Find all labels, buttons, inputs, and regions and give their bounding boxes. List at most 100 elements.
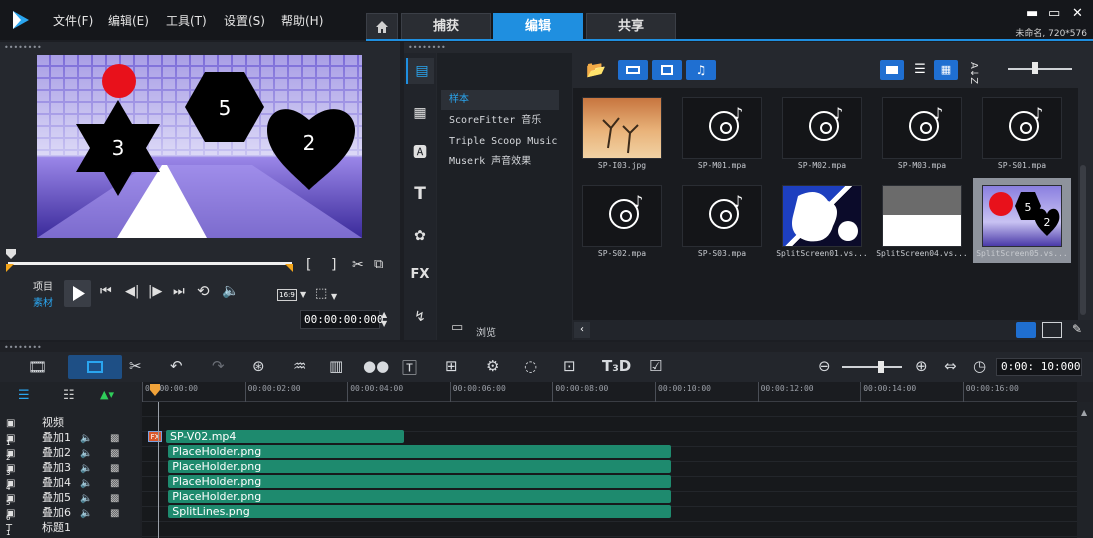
view-list-button[interactable]: ☰ <box>908 60 932 80</box>
mode-clip[interactable]: 素材 <box>33 294 53 309</box>
browse-icon[interactable]: ▭ <box>451 320 463 335</box>
mark-in-button[interactable]: [ <box>306 257 311 273</box>
track-mute-icon[interactable]: ▩ <box>110 433 119 444</box>
player-grip[interactable]: •••••••• <box>4 43 42 52</box>
view-grid-button[interactable]: ▦ <box>934 60 958 80</box>
track-mute-icon[interactable]: ▩ <box>110 463 119 474</box>
media-category-button[interactable]: ▤ <box>406 58 434 84</box>
timeline-view-button[interactable] <box>68 355 122 379</box>
menu-file[interactable]: 文件(F) <box>53 12 93 29</box>
timecode-display[interactable]: 00:00:00:000 <box>300 310 383 329</box>
graphics-icon[interactable]: ✿ <box>410 226 430 246</box>
title-icon[interactable]: T <box>410 184 430 204</box>
zoom-out-icon[interactable]: ⊖ <box>818 357 831 375</box>
track-mute-icon[interactable]: ▩ <box>110 508 119 519</box>
end-frame-icon[interactable]: ⏭ <box>173 284 185 299</box>
layout-toggle-button[interactable] <box>1042 322 1062 338</box>
home-frame-icon[interactable]: ⏮ <box>100 284 112 299</box>
aspect-dropdown-icon[interactable]: ▼ <box>300 290 306 299</box>
track-row[interactable] <box>142 402 1077 417</box>
track-row[interactable] <box>142 522 1077 537</box>
scrubber-handle[interactable] <box>6 249 16 259</box>
play-button[interactable] <box>64 280 91 307</box>
ripple-editing-icon[interactable]: ▲▾ <box>100 388 114 401</box>
auto-music-icon[interactable]: ▥ <box>329 357 343 375</box>
timeline-clip[interactable]: PlaceHolder.png <box>168 445 671 458</box>
library-thumbnail[interactable]: SplitScreen01.vs... <box>773 178 871 263</box>
scroll-up-icon[interactable]: ▲ <box>1081 408 1087 417</box>
menu-tools[interactable]: 工具(T) <box>166 12 207 29</box>
track-volume-icon[interactable]: 🔈 <box>80 508 92 519</box>
trim-end-handle[interactable] <box>285 262 293 272</box>
filter-fx-icon[interactable]: FX <box>410 265 430 285</box>
repeat-icon[interactable]: ⟲ <box>197 282 210 300</box>
mode-project[interactable]: 项目 <box>33 278 53 293</box>
track-volume-icon[interactable]: 🔈 <box>80 463 92 474</box>
redo-icon[interactable]: ↷ <box>212 357 225 375</box>
view-thumbnail-button[interactable] <box>880 60 904 80</box>
track-mute-icon[interactable]: ▩ <box>110 448 119 459</box>
trim-start-handle[interactable] <box>6 262 14 272</box>
crop-dropdown-icon[interactable]: ▼ <box>331 292 337 301</box>
path-icon[interactable]: ↯ <box>410 307 430 327</box>
transition-icon[interactable]: 🅰 <box>410 143 430 163</box>
cam-icon[interactable]: ⊡ <box>563 357 576 375</box>
menu-edit[interactable]: 编辑(E) <box>108 12 149 29</box>
crop-icon[interactable]: ⬚ <box>315 286 327 301</box>
edit-icon[interactable]: ✎ <box>1072 322 1082 336</box>
folder-item[interactable]: Muserk 声音效果 <box>441 152 559 172</box>
library-thumbnail[interactable]: ♪ SP-S01.mpa <box>973 90 1071 175</box>
sound-mixer-icon[interactable]: ♒ <box>293 357 306 375</box>
thumbnail-size-slider[interactable] <box>1008 68 1072 70</box>
menu-settings[interactable]: 设置(S) <box>224 12 265 29</box>
restore-button[interactable]: ▭ <box>1048 6 1060 21</box>
track-manager-icon[interactable]: ☰ <box>18 388 30 403</box>
title-3d-icon[interactable]: T₃D <box>602 357 631 375</box>
library-scrollbar[interactable] <box>1080 165 1086 315</box>
timeline-clip[interactable]: PlaceHolder.png <box>168 460 671 473</box>
track-mute-icon[interactable]: ▩ <box>110 493 119 504</box>
mark-out-button[interactable]: ] <box>331 257 336 273</box>
video-preview[interactable]: 5 3 2 <box>37 55 362 238</box>
next-frame-icon[interactable]: |▶ <box>148 284 162 299</box>
chapter-point-icon[interactable]: ☷ <box>63 388 75 403</box>
aspect-ratio-selector[interactable]: 16:9 <box>277 289 297 301</box>
sort-icon[interactable]: A↓Z <box>968 62 979 84</box>
tab-capture[interactable]: 捕获 <box>401 13 491 40</box>
zoom-in-icon[interactable]: ⊕ <box>915 357 928 375</box>
library-thumbnail[interactable]: ♪ SP-S03.mpa <box>673 178 771 263</box>
playhead-marker[interactable] <box>150 384 160 396</box>
collapse-library-button[interactable]: ‹ <box>574 322 590 338</box>
timeline-clip[interactable]: SP-V02.mp4 <box>166 430 405 443</box>
timeline-clip[interactable]: SplitLines.png <box>168 505 671 518</box>
clip-fx-badge[interactable]: FX <box>148 431 162 442</box>
browse-label[interactable]: 浏览 <box>476 324 496 339</box>
track-mute-icon[interactable]: ▩ <box>110 478 119 489</box>
zoom-slider[interactable] <box>842 366 902 368</box>
time-remap-icon[interactable]: ◌ <box>524 357 537 375</box>
folder-item[interactable]: 样本 <box>441 90 559 110</box>
timeline-grip[interactable]: •••••••• <box>4 343 42 352</box>
tab-edit[interactable]: 编辑 <box>493 13 583 40</box>
motion-tracking-icon[interactable]: ●● <box>363 357 389 375</box>
undo-icon[interactable]: ↶ <box>170 357 183 375</box>
tab-share[interactable]: 共享 <box>586 13 676 40</box>
duration-clock-icon[interactable]: ◷ <box>973 357 986 375</box>
timeline-clip[interactable]: PlaceHolder.png <box>168 490 671 503</box>
toolbox-icon[interactable]: ✂ <box>129 357 142 375</box>
library-thumbnail[interactable]: ♪ SP-M01.mpa <box>673 90 771 175</box>
track-volume-icon[interactable]: 🔈 <box>80 433 92 444</box>
timecode-stepper[interactable]: ▲ ▼ <box>381 310 387 328</box>
show-audio-button[interactable]: ♫ <box>686 60 716 80</box>
tab-home[interactable] <box>366 13 398 40</box>
folder-item[interactable]: ScoreFitter 音乐 <box>441 111 559 131</box>
record-capture-icon[interactable]: ⊛ <box>252 357 265 375</box>
library-thumbnail[interactable]: ♪ SP-M02.mpa <box>773 90 871 175</box>
show-photo-button[interactable] <box>652 60 682 80</box>
library-thumbnail[interactable]: ♪ SP-M03.mpa <box>873 90 971 175</box>
thumbnail-size-handle[interactable] <box>1032 62 1038 74</box>
multi-trim-icon[interactable]: ⊞ <box>445 357 458 375</box>
timeline-scrollbar[interactable]: ▲ <box>1077 402 1093 538</box>
show-video-button[interactable] <box>618 60 648 80</box>
mask-creator-icon[interactable]: ⚙ <box>486 357 499 375</box>
